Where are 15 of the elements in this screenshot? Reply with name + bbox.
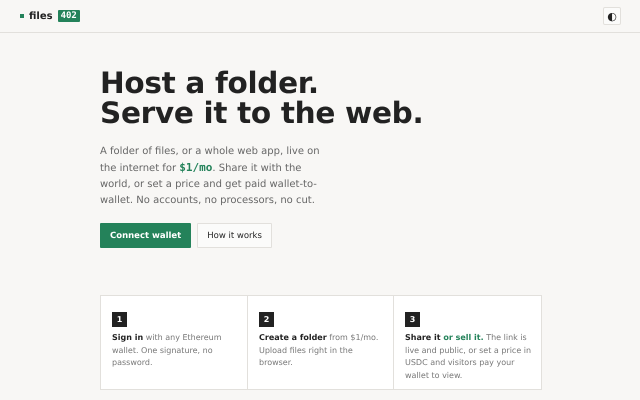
theme-toggle-button[interactable]: ◐ — [603, 7, 621, 25]
step-number: 1 — [112, 312, 127, 327]
intro-paragraph: A folder of files, or a whole web app, live on the internet for $1/mo. Share it with the world, or set a price and get paid wallet-to-wallet. No accounts, no processors, no cut. — [100, 145, 320, 208]
step-number: 3 — [405, 312, 420, 327]
headline-line: Serve it to the web. — [100, 98, 424, 128]
logo-icon — [20, 14, 24, 18]
connect-button[interactable]: Connect wallet — [100, 223, 192, 248]
info-button[interactable]: How it works — [197, 223, 272, 248]
step-text: Create a folder from $1/mo. Upload files right in the browser. — [259, 332, 380, 369]
step-text: Sign in with any Ethereum wallet. One signature, no password. — [112, 332, 223, 369]
step-number: 2 — [259, 312, 274, 327]
step-text: Share it or sell it. The link is live and public, or set a price in USDC and visitors pay your wallet to view. — [405, 332, 532, 382]
brand-name[interactable]: files — [29, 10, 53, 22]
status-badge: 402 — [58, 10, 80, 22]
headline-line: Host a folder. — [100, 68, 319, 98]
